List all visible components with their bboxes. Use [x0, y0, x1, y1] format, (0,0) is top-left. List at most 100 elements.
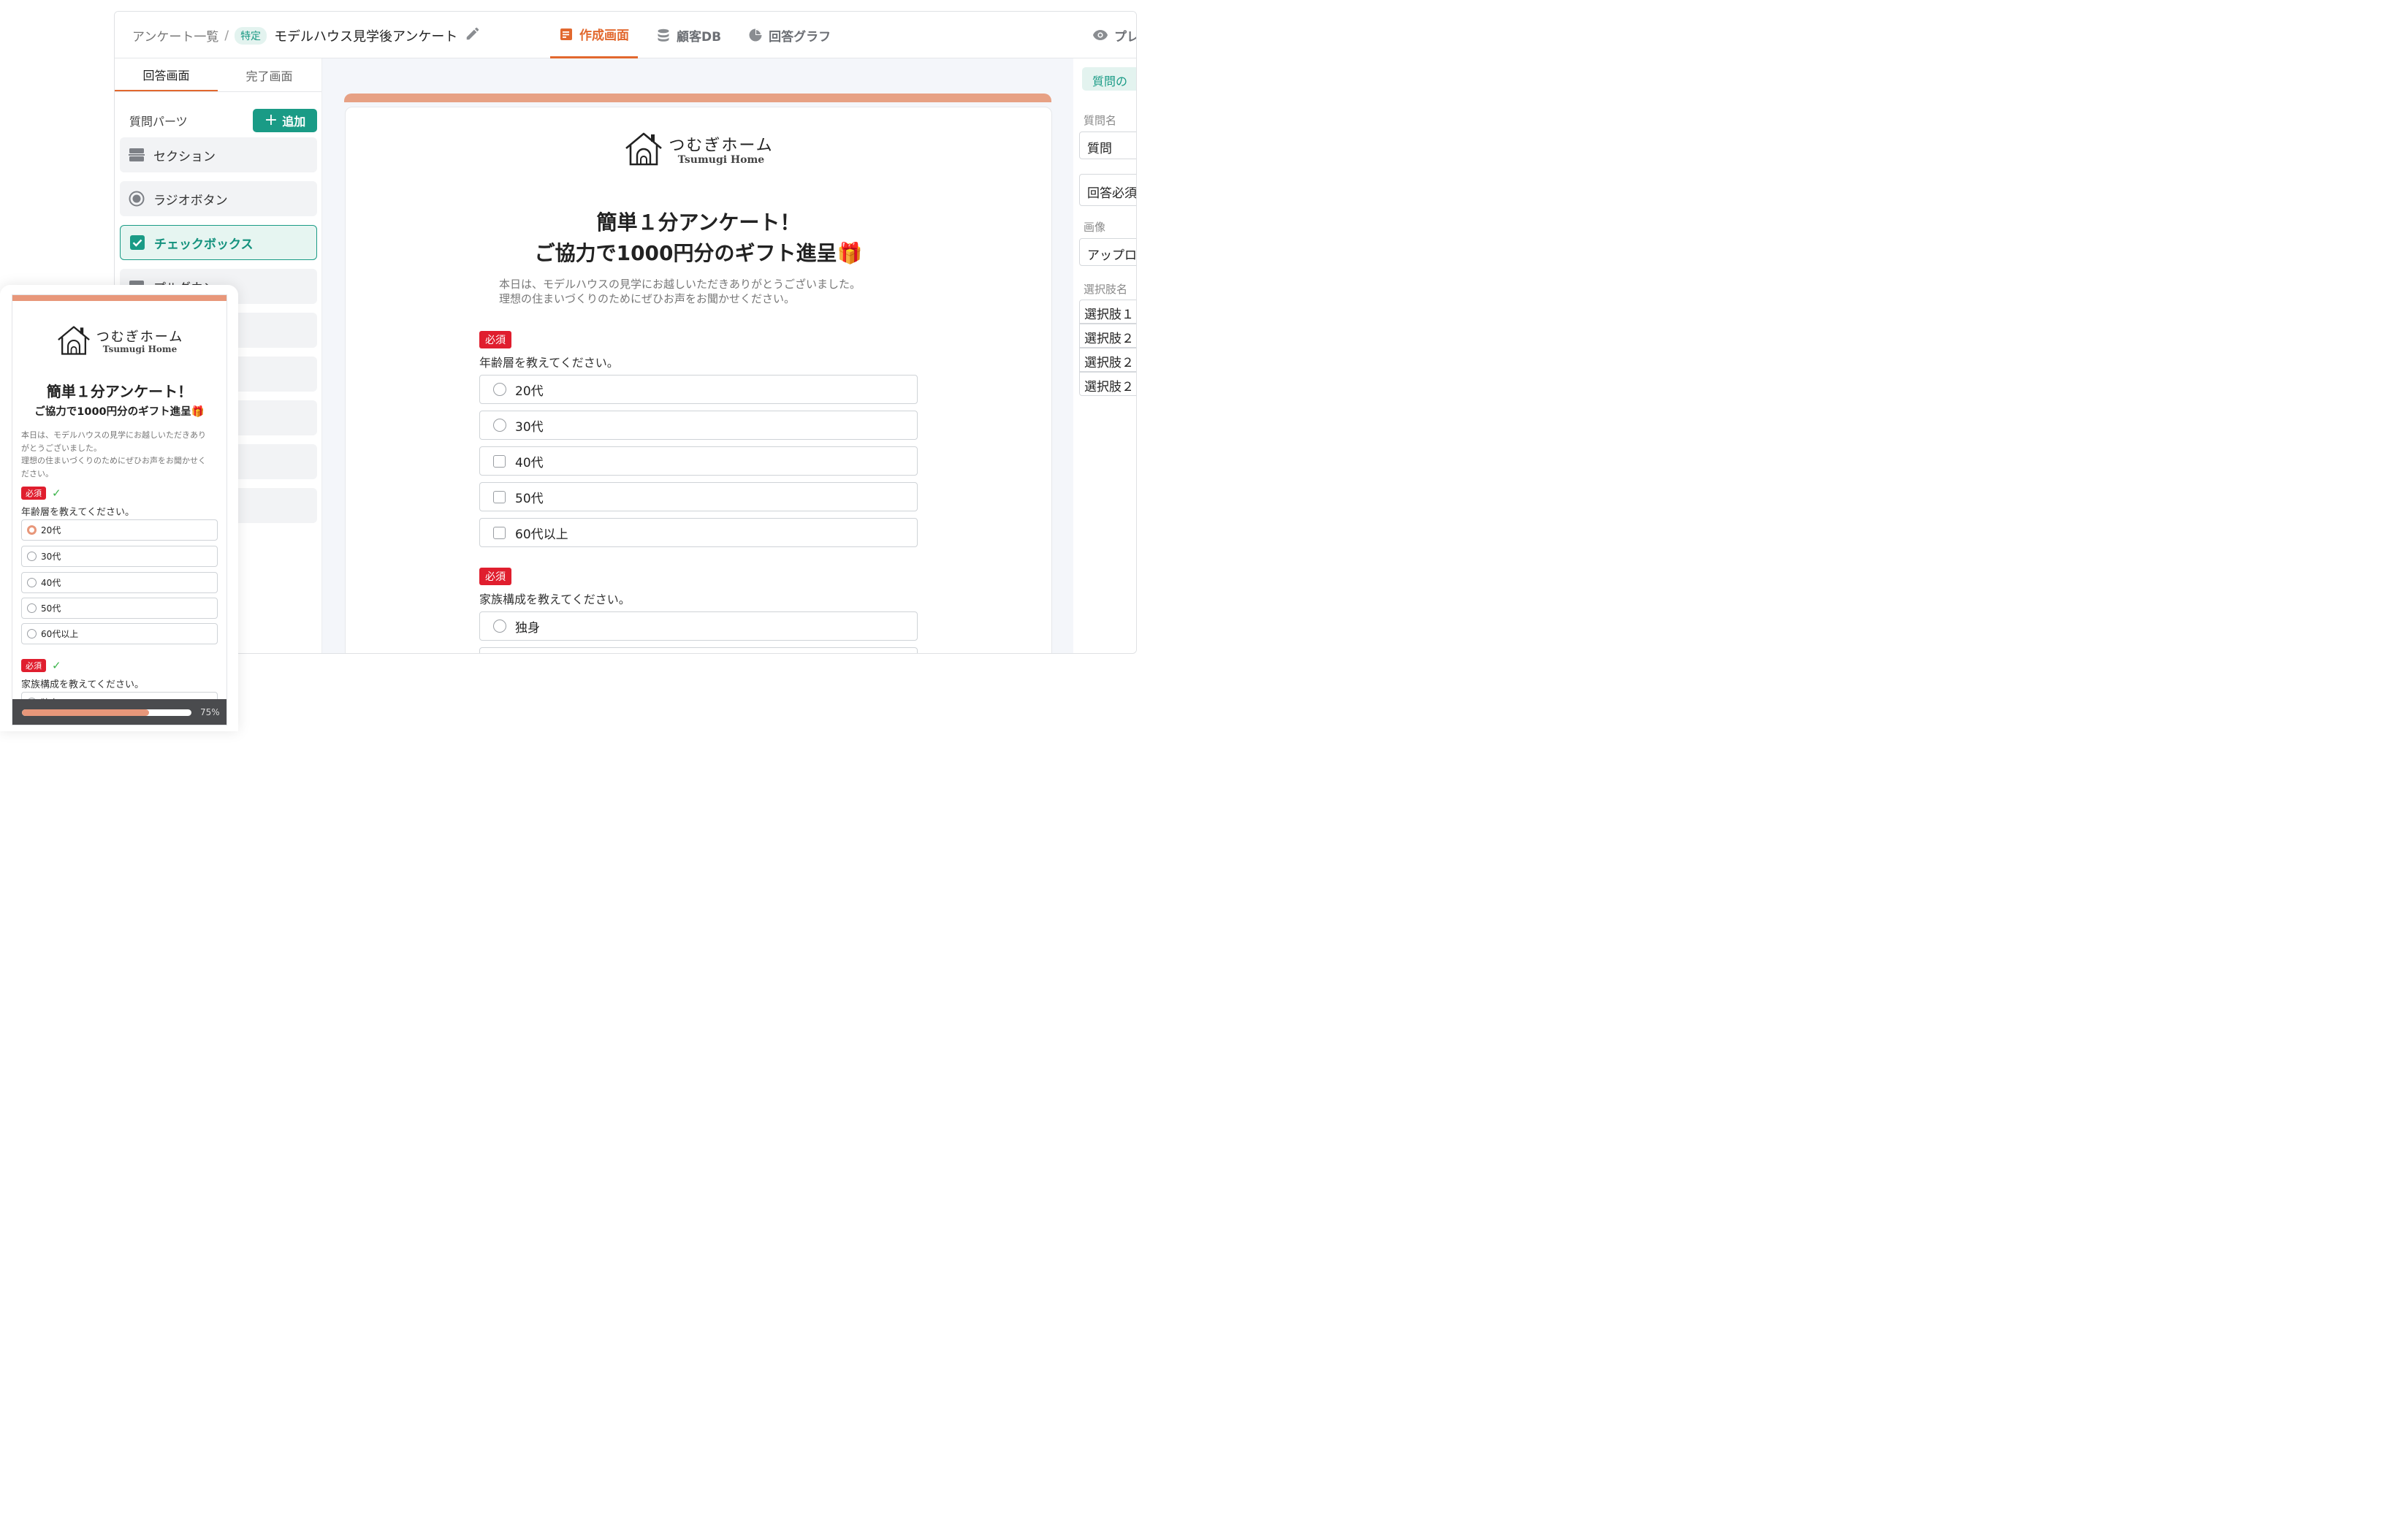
- choice-input[interactable]: 選択肢１: [1079, 300, 1136, 324]
- breadcrumb: アンケート一覧 / 特定 モデルハウス見学後アンケート: [132, 26, 481, 45]
- radio-circle[interactable]: [27, 578, 37, 587]
- radio-circle[interactable]: [27, 552, 37, 561]
- form-title: 簡単１分アンケート！ ご協力で1000円分のギフト進呈🎁: [346, 207, 1051, 267]
- tab-customer-db-label: 顧客DB: [677, 29, 722, 45]
- editor-window: アンケート一覧 / 特定 モデルハウス見学後アンケート 作成画面 顧客DB 回答…: [114, 11, 1137, 654]
- tab-create[interactable]: 作成画面: [550, 12, 638, 58]
- eye-icon: [1093, 30, 1108, 40]
- option-label: 独身: [515, 620, 540, 636]
- mobile-preview: つむぎホーム Tsumugi Home 簡単１分アンケート！ ご協力で1000円…: [0, 285, 238, 731]
- mobile-option-row[interactable]: 60代以上: [21, 623, 218, 644]
- required-badge: 必須: [479, 331, 511, 348]
- option-row[interactable]: 50代: [479, 482, 918, 511]
- mobile-form-title: 簡単１分アンケート！ ご協力で1000円分のギフト進呈🎁: [12, 380, 226, 419]
- logo-jp: つむぎホーム: [669, 137, 774, 155]
- upload-button[interactable]: アップロ: [1079, 238, 1136, 266]
- part-section[interactable]: セクション: [120, 137, 317, 172]
- survey-title: モデルハウス見学後アンケート: [274, 28, 458, 45]
- checkbox-icon: [130, 235, 145, 250]
- mobile-desc-line1: 本日は、モデルハウスの見学にお越しいただきあり: [21, 430, 206, 440]
- checkbox-square[interactable]: [493, 454, 506, 468]
- choice-input[interactable]: 選択肢２: [1079, 324, 1136, 348]
- mobile-description: 本日は、モデルハウスの見学にお越しいただきあり がとうございました。 理想の住ま…: [21, 429, 220, 480]
- mobile-question-label: 家族構成を教えてください。: [21, 679, 144, 690]
- database-icon: [658, 28, 669, 42]
- option-row[interactable]: 20代: [479, 375, 918, 404]
- subtab-complete-screen[interactable]: 完了画面: [218, 58, 321, 91]
- checkbox-square[interactable]: [493, 490, 506, 503]
- logo-en: Tsumugi Home: [677, 154, 765, 166]
- document-edit-icon: [560, 28, 572, 40]
- radio-circle[interactable]: [493, 620, 506, 633]
- radio-circle[interactable]: [27, 603, 37, 613]
- progress-bar: 75%: [12, 699, 226, 725]
- mobile-desc-line3: 理想の住まいづくりのためにぜひお声をお聞かせく: [21, 456, 206, 465]
- option-label: 20代: [515, 384, 544, 399]
- radio-icon: [129, 191, 145, 207]
- main-tabs: 作成画面 顧客DB 回答グラフ: [550, 12, 849, 58]
- mobile-option-row[interactable]: 40代: [21, 572, 218, 593]
- parts-header: 質問パーツ + 追加: [115, 92, 321, 137]
- gift-icon: 🎁: [837, 241, 863, 265]
- required-toggle[interactable]: 回答必須: [1079, 174, 1136, 206]
- required-badge: 必須: [479, 568, 511, 585]
- choice-input[interactable]: 選択肢２: [1079, 348, 1136, 372]
- option-label: 20代: [41, 525, 61, 535]
- tab-answer-graph[interactable]: 回答グラフ: [739, 12, 839, 58]
- mobile-desc-line4: ださい。: [21, 468, 53, 479]
- preview-button[interactable]: プレ: [1092, 12, 1137, 58]
- image-label: 画像: [1084, 221, 1106, 234]
- subtab-answer-screen[interactable]: 回答画面: [115, 58, 218, 91]
- part-radio[interactable]: ラジオボタン: [120, 181, 317, 216]
- mobile-option-row[interactable]: 30代: [21, 546, 218, 567]
- option-row[interactable]: 30代: [479, 411, 918, 440]
- option-row[interactable]: [479, 647, 918, 653]
- radio-selected[interactable]: [27, 525, 37, 535]
- properties-badge: 質問の: [1082, 67, 1136, 91]
- parts-label: 質問パーツ: [129, 115, 188, 129]
- option-row[interactable]: 40代: [479, 446, 918, 476]
- required-badge: 必須: [21, 659, 46, 672]
- mobile-screen: つむぎホーム Tsumugi Home 簡単１分アンケート！ ご協力で1000円…: [12, 294, 227, 725]
- tab-create-label: 作成画面: [579, 28, 629, 43]
- tab-answer-graph-label: 回答グラフ: [769, 29, 831, 45]
- plus-icon: +: [264, 111, 278, 129]
- preview-label: プレ: [1114, 29, 1137, 45]
- mobile-option-row[interactable]: 20代: [21, 519, 218, 541]
- radio-circle[interactable]: [27, 629, 37, 639]
- tab-customer-db[interactable]: 顧客DB: [647, 12, 730, 58]
- pencil-icon[interactable]: [465, 26, 481, 45]
- mobile-required-row: 必須 ✓: [21, 487, 61, 500]
- option-label: 60代以上: [515, 527, 568, 542]
- required-badge: 必須: [21, 487, 46, 500]
- form-description: 本日は、モデルハウスの見学にお越しいただきありがとうございました。 理想の住まい…: [499, 277, 861, 306]
- house-logo-icon: [625, 132, 663, 166]
- question-name-label: 質問名: [1084, 114, 1117, 127]
- checkbox-square[interactable]: [493, 526, 506, 539]
- mobile-desc-line2: がとうございました。: [21, 443, 102, 453]
- progress-track: [22, 709, 191, 716]
- progress-fill: [22, 709, 149, 716]
- form-canvas: つむぎホーム Tsumugi Home 簡単１分アンケート！ ご協力で1000円…: [322, 58, 1073, 653]
- check-mark-icon: ✓: [52, 487, 61, 500]
- choice-input[interactable]: 選択肢２: [1079, 372, 1136, 396]
- check-mark-icon: ✓: [52, 659, 61, 672]
- add-button[interactable]: + 追加: [253, 109, 317, 132]
- gift-icon: 🎁: [191, 406, 205, 418]
- question-name-input[interactable]: 質問: [1079, 131, 1136, 159]
- brand-logo: つむぎホーム Tsumugi Home: [346, 131, 1051, 167]
- radio-circle[interactable]: [493, 419, 506, 432]
- option-row[interactable]: 60代以上: [479, 518, 918, 547]
- mobile-title-line2: ご協力で1000円分のギフト進呈: [34, 406, 191, 418]
- form-card: つむぎホーム Tsumugi Home 簡単１分アンケート！ ご協力で1000円…: [345, 107, 1052, 653]
- pie-chart-icon: [749, 28, 762, 42]
- mobile-option-row[interactable]: 50代: [21, 598, 218, 619]
- mobile-brand-logo: つむぎホーム Tsumugi Home: [12, 324, 226, 357]
- part-label: チェックボックス: [154, 237, 254, 252]
- breadcrumb-survey-list-link[interactable]: アンケート一覧: [132, 26, 218, 45]
- radio-circle[interactable]: [493, 383, 506, 396]
- option-label: 50代: [41, 603, 61, 614]
- question-label: 家族構成を教えてください。: [479, 592, 631, 606]
- option-row[interactable]: 独身: [479, 611, 918, 641]
- part-checkbox[interactable]: チェックボックス: [120, 225, 317, 260]
